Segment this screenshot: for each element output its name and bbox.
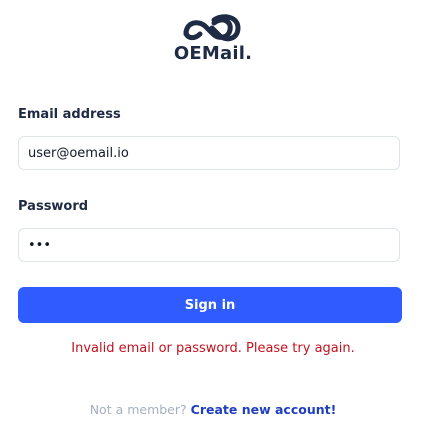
error-message: Invalid email or password. Please try ag…	[71, 341, 355, 356]
sign-in-button[interactable]: Sign in	[18, 287, 402, 323]
password-label: Password	[18, 199, 89, 214]
logo-area: OEMail.	[0, 10, 426, 64]
create-account-link[interactable]: Create new account!	[191, 402, 337, 417]
infinity-logo-icon	[183, 14, 241, 42]
email-label: Email address	[18, 107, 121, 122]
password-field[interactable]	[18, 228, 400, 262]
not-a-member-text: Not a member?	[89, 402, 187, 417]
signup-prompt: Not a member? Create new account!	[0, 402, 426, 417]
brand-name: OEMail.	[173, 43, 253, 64]
email-field[interactable]	[18, 136, 400, 170]
